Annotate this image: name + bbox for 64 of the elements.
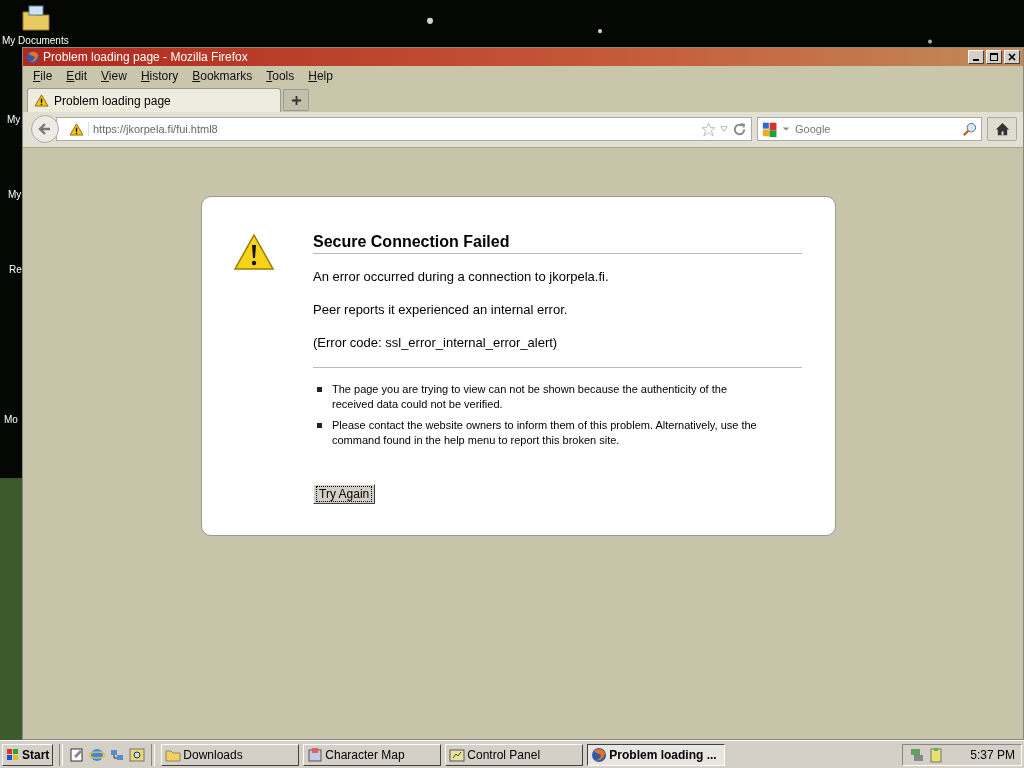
error-message: (Error code: ssl_error_internal_error_alert) [313,334,559,352]
star-icon[interactable] [701,121,716,137]
new-tab-button[interactable] [283,89,309,111]
maximize-icon [989,52,999,62]
character-map-icon [307,746,324,763]
window-title: Problem loading page - Mozilla Firefox [43,50,249,64]
notepad-icon[interactable] [69,746,86,763]
error-message: An error occurred during a connection to jkorpela.fi. [313,268,610,286]
flag-icon [6,747,20,762]
close-button[interactable] [1004,50,1020,64]
taskbar-button[interactable]: Problem loading ... [587,743,726,766]
back-arrow-icon [37,121,53,137]
menu-item[interactable]: File [27,69,59,83]
desktop-icon-label[interactable]: My [8,189,22,200]
minimize-icon [973,59,979,61]
globe-icon [591,746,608,763]
warning-icon [233,233,275,271]
dropdown-icon[interactable] [782,125,790,133]
bullet-text: The page you are trying to view can not be shown because the authenticity of the received data could not be verified. [332,382,729,412]
chart-panel-icon [449,746,466,763]
desktop-icon-label[interactable]: Mo [4,414,18,425]
network-icon[interactable] [909,746,925,763]
magnifier-icon[interactable] [129,746,146,763]
menu-item[interactable]: Bookmarks [186,69,259,83]
bullet-text: Please contact the website owners to inform them of this problem. Alternatively, use the command found in the help menu to report this broken site. [332,418,758,448]
menu-item[interactable]: Tools [260,69,301,83]
menu-item[interactable]: History [134,69,185,83]
bullet-icon [317,423,322,428]
menu-item[interactable]: Edit [60,69,94,83]
address-bar[interactable]: https://jkorpela.fi/fui.html8 [56,117,752,141]
home-button[interactable] [987,117,1017,141]
bullet-icon [317,387,322,392]
menu-item[interactable]: View [95,69,133,83]
error-title: Secure Connection Failed [313,233,802,254]
home-icon [994,121,1010,137]
warning-icon [69,122,84,136]
menu-item[interactable]: Help [302,69,339,83]
url-field[interactable]: https://jkorpela.fi/fui.html8 [88,122,697,136]
close-icon [1007,52,1017,62]
taskbar-button[interactable]: Downloads [161,743,300,766]
back-button[interactable] [31,115,59,143]
clipboard-icon[interactable] [928,746,944,763]
search-icon[interactable] [962,121,977,137]
plus-icon [290,94,302,106]
taskbar-button[interactable]: Character Map [303,743,442,766]
minimize-button[interactable] [968,50,984,64]
globe-icon [26,50,40,64]
try-again-button[interactable]: Try Again [313,484,376,504]
desktop-icon-label[interactable]: Re [9,264,22,275]
warning-icon [34,94,49,107]
search-engine-icon[interactable] [762,120,779,138]
browser-tab[interactable]: Problem loading page [27,88,281,112]
globe-icon[interactable] [89,746,106,763]
folder-icon[interactable] [21,4,51,32]
maximize-button[interactable] [986,50,1002,64]
search-bar[interactable]: Google [757,117,982,141]
start-button[interactable]: Start [2,743,54,766]
desktop-icon-label[interactable]: My Documents [2,35,69,46]
reload-icon[interactable] [732,121,747,137]
error-message: Peer reports it experienced an internal error. [313,301,569,319]
search-field[interactable]: Google [793,122,959,136]
clock: 5:37 PM [970,747,1015,762]
desktop-icon-label[interactable]: My [7,114,21,125]
taskbar-button[interactable]: Control Panel [445,743,584,766]
